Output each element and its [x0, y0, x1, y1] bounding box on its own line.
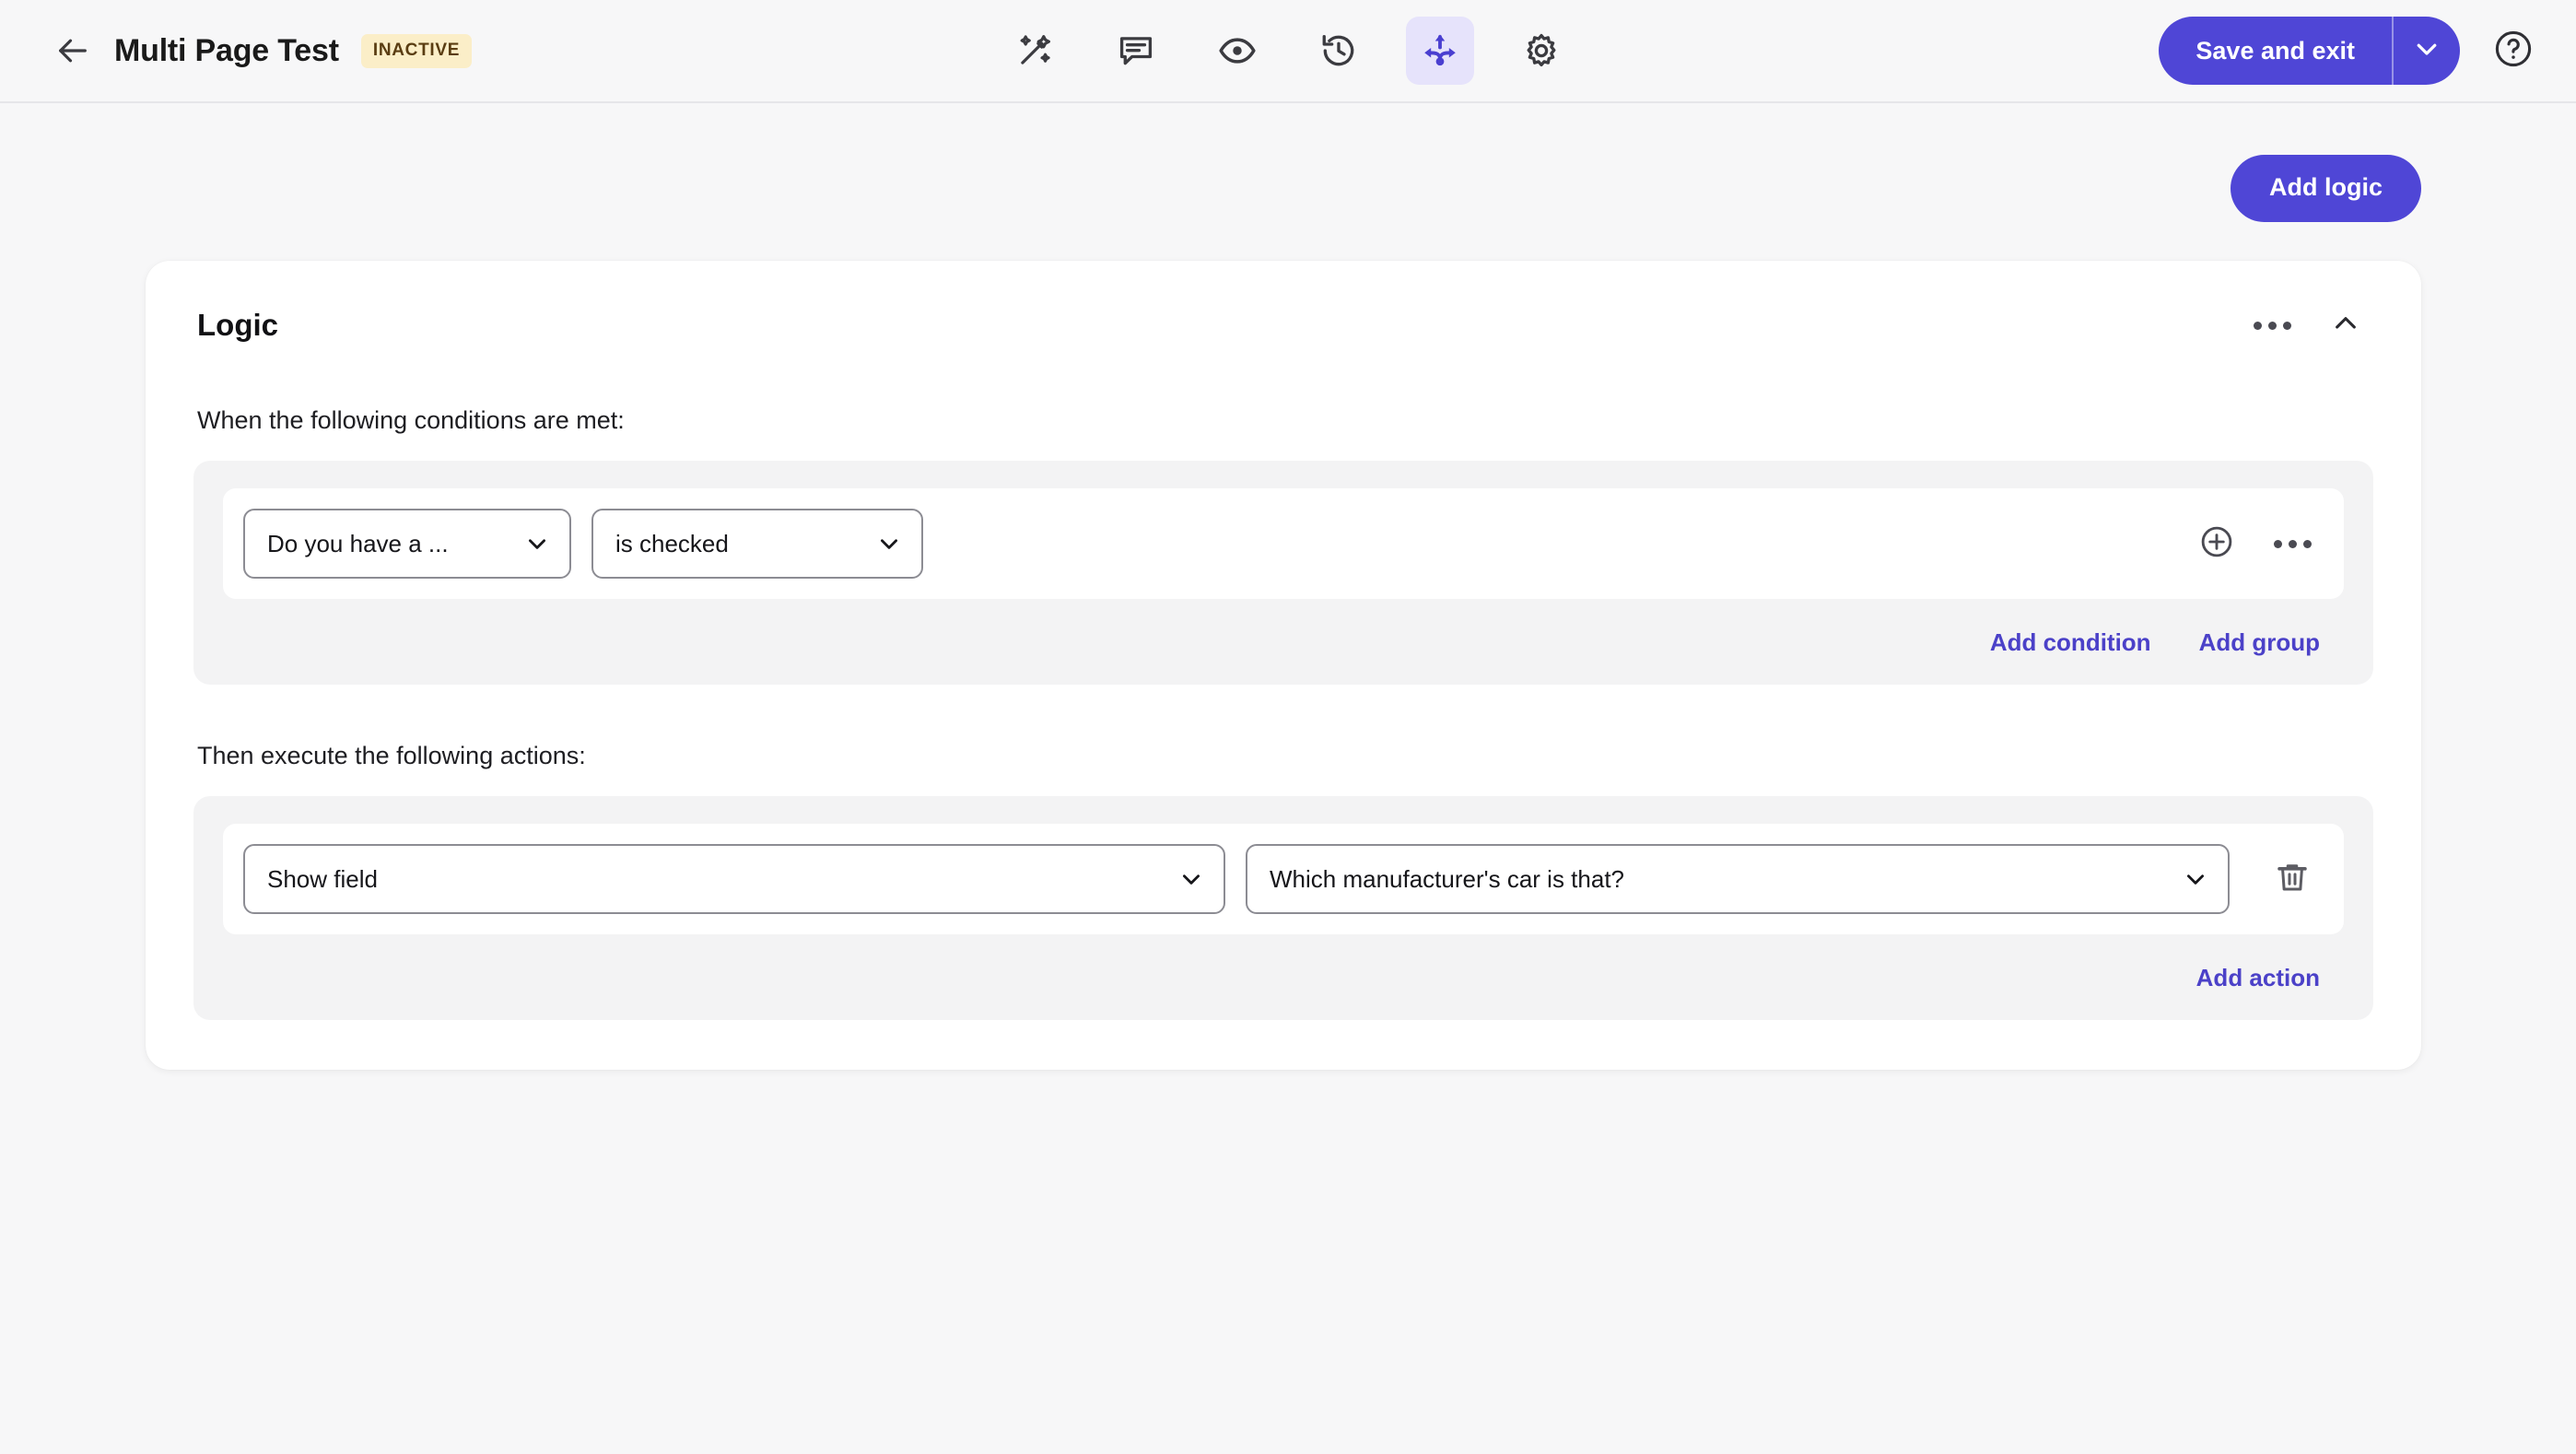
condition-operator-select[interactable]: is checked: [591, 509, 923, 579]
chevron-down-icon: [2413, 35, 2441, 67]
app-root: Multi Page Test INACTIVE Save and exit A…: [0, 0, 2576, 1454]
actions-group: Show field Which manufacturer's car is t…: [193, 796, 2373, 1020]
gear-icon: [1522, 31, 1561, 70]
tool-history-button[interactable]: [1305, 17, 1373, 85]
condition-row: Do you have a ... is checked: [223, 488, 2344, 599]
logic-card-more-button[interactable]: [2248, 301, 2296, 349]
help-button[interactable]: [2488, 25, 2539, 76]
action-target-select[interactable]: Which manufacturer's car is that?: [1246, 844, 2230, 914]
eye-icon: [1218, 31, 1257, 70]
logic-card: Logic When the following conditions are …: [146, 261, 2421, 1070]
comment-icon: [1117, 31, 1155, 70]
chevron-down-icon: [877, 532, 901, 556]
ellipsis-icon: [2253, 321, 2291, 330]
trash-icon: [2275, 860, 2310, 899]
tool-design-button[interactable]: [1001, 17, 1069, 85]
page-actions-row: Add logic: [111, 103, 2465, 222]
question-circle-icon: [2493, 29, 2534, 74]
save-and-exit-split-button: Save and exit: [2159, 17, 2460, 85]
add-logic-button[interactable]: Add logic: [2231, 155, 2421, 222]
logic-flow-icon: [1421, 31, 1459, 70]
arrow-left-icon: [54, 32, 91, 69]
chevron-down-icon: [525, 532, 549, 556]
delete-action-button[interactable]: [2266, 853, 2318, 905]
chevron-up-icon: [2331, 309, 2360, 343]
actions-section-label: Then execute the following actions:: [197, 742, 586, 769]
content-inner: Add logic Logic When the following condi…: [0, 103, 2576, 1070]
history-icon: [1319, 31, 1358, 70]
logic-card-title: Logic: [197, 308, 278, 342]
condition-field-select[interactable]: Do you have a ...: [243, 509, 571, 579]
action-type-select[interactable]: Show field: [243, 844, 1225, 914]
add-action-link[interactable]: Add action: [2196, 964, 2320, 992]
logic-card-header-actions: [2248, 301, 2370, 349]
ellipsis-icon: [2273, 539, 2312, 548]
action-target-value: Which manufacturer's car is that?: [1270, 864, 1624, 893]
chevron-down-icon: [2184, 867, 2207, 891]
tool-comments-button[interactable]: [1102, 17, 1170, 85]
top-bar: Multi Page Test INACTIVE Save and exit: [0, 0, 2576, 103]
add-condition-link[interactable]: Add condition: [1990, 628, 2151, 657]
condition-field-value: Do you have a ...: [267, 529, 449, 557]
content-area: Add logic Logic When the following condi…: [0, 103, 2576, 1454]
condition-more-button[interactable]: [2268, 520, 2316, 568]
action-row: Show field Which manufacturer's car is t…: [223, 824, 2344, 934]
condition-operator-value: is checked: [615, 529, 729, 557]
action-type-value: Show field: [267, 864, 378, 893]
condition-links-row: Add condition Add group: [223, 599, 2344, 661]
tool-icon-bar: [1001, 17, 1575, 85]
condition-row-actions: [2193, 520, 2316, 568]
action-links-row: Add action: [223, 934, 2344, 996]
magic-wand-icon: [1015, 31, 1054, 70]
plus-circle-icon: [2199, 524, 2234, 564]
save-and-exit-button[interactable]: Save and exit: [2159, 17, 2392, 85]
conditions-group: Do you have a ... is checked Add conditi…: [193, 461, 2373, 685]
add-group-link[interactable]: Add group: [2199, 628, 2320, 657]
save-options-dropdown-button[interactable]: [2394, 17, 2460, 85]
topbar-right-group: Save and exit: [2159, 17, 2539, 85]
back-button[interactable]: [44, 22, 101, 79]
status-badge: INACTIVE: [360, 33, 473, 68]
topbar-left-group: Multi Page Test INACTIVE: [44, 22, 473, 79]
conditions-section-label: When the following conditions are met:: [197, 406, 625, 434]
add-condition-inline-button[interactable]: [2193, 520, 2241, 568]
tool-logic-button[interactable]: [1406, 17, 1474, 85]
tool-preview-button[interactable]: [1203, 17, 1271, 85]
logic-card-collapse-button[interactable]: [2322, 301, 2370, 349]
chevron-down-icon: [1179, 867, 1203, 891]
tool-settings-button[interactable]: [1507, 17, 1575, 85]
page-title: Multi Page Test: [114, 32, 339, 68]
logic-card-header: Logic: [193, 301, 2373, 349]
